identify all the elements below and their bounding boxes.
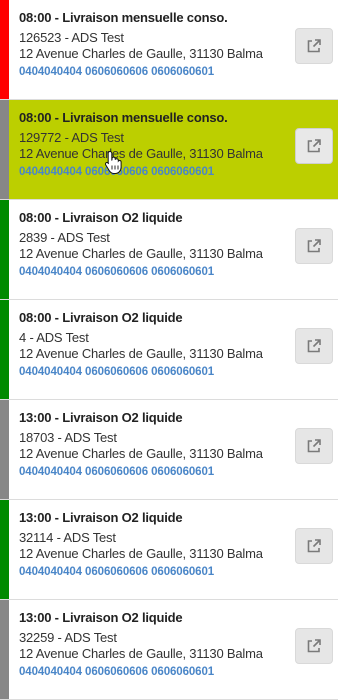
delivery-item[interactable]: 08:00 - Livraison O2 liquide 4 - ADS Tes…	[0, 300, 338, 400]
delivery-details: 08:00 - Livraison O2 liquide 4 - ADS Tes…	[19, 310, 282, 379]
open-delivery-button[interactable]	[295, 428, 333, 464]
client-name: 2839 - ADS Test	[19, 230, 110, 245]
delivery-title: 13:00 - Livraison O2 liquide	[19, 610, 183, 625]
delivery-title: 08:00 - Livraison mensuelle conso.	[19, 10, 228, 25]
client-address: 12 Avenue Charles de Gaulle, 31130 Balma	[19, 546, 263, 561]
client-name: 129772 - ADS Test	[19, 130, 124, 145]
delivery-title: 13:00 - Livraison O2 liquide	[19, 410, 183, 425]
phone-numbers[interactable]: 0404040404 0606060606 0606060601	[19, 265, 282, 279]
delivery-item[interactable]: 13:00 - Livraison O2 liquide 32259 - ADS…	[0, 600, 338, 700]
delivery-list: 08:00 - Livraison mensuelle conso. 12652…	[0, 0, 338, 700]
delivery-item[interactable]: 13:00 - Livraison O2 liquide 32114 - ADS…	[0, 500, 338, 600]
phone-numbers[interactable]: 0404040404 0606060606 0606060601	[19, 365, 282, 379]
open-delivery-button[interactable]	[295, 128, 333, 164]
phone-numbers[interactable]: 0404040404 0606060606 0606060601	[19, 65, 282, 79]
status-bar	[0, 400, 9, 499]
status-bar	[0, 600, 9, 699]
external-link-icon	[307, 139, 321, 153]
status-bar	[0, 500, 9, 599]
status-bar	[0, 0, 9, 99]
phone-numbers[interactable]: 0404040404 0606060606 0606060601	[19, 465, 282, 479]
client-address: 12 Avenue Charles de Gaulle, 31130 Balma	[19, 346, 263, 361]
delivery-title: 13:00 - Livraison O2 liquide	[19, 510, 183, 525]
delivery-title: 08:00 - Livraison O2 liquide	[19, 310, 183, 325]
open-delivery-button[interactable]	[295, 628, 333, 664]
delivery-item[interactable]: 13:00 - Livraison O2 liquide 18703 - ADS…	[0, 400, 338, 500]
client-address: 12 Avenue Charles de Gaulle, 31130 Balma	[19, 46, 263, 61]
client-name: 18703 - ADS Test	[19, 430, 117, 445]
client-address: 12 Avenue Charles de Gaulle, 31130 Balma	[19, 646, 263, 661]
delivery-title: 08:00 - Livraison O2 liquide	[19, 210, 183, 225]
delivery-details: 08:00 - Livraison mensuelle conso. 12977…	[19, 110, 282, 179]
phone-numbers[interactable]: 0404040404 0606060606 0606060601	[19, 665, 282, 679]
open-delivery-button[interactable]	[295, 228, 333, 264]
external-link-icon	[307, 239, 321, 253]
open-delivery-button[interactable]	[295, 528, 333, 564]
client-address: 12 Avenue Charles de Gaulle, 31130 Balma	[19, 446, 263, 461]
phone-numbers[interactable]: 0404040404 0606060606 0606060601	[19, 165, 282, 179]
delivery-details: 13:00 - Livraison O2 liquide 18703 - ADS…	[19, 410, 282, 479]
delivery-details: 13:00 - Livraison O2 liquide 32114 - ADS…	[19, 510, 282, 579]
external-link-icon	[307, 639, 321, 653]
delivery-item[interactable]: 08:00 - Livraison mensuelle conso. 12977…	[0, 100, 338, 200]
client-address: 12 Avenue Charles de Gaulle, 31130 Balma	[19, 146, 263, 161]
client-name: 32114 - ADS Test	[19, 530, 116, 545]
client-name: 32259 - ADS Test	[19, 630, 117, 645]
external-link-icon	[307, 339, 321, 353]
status-bar	[0, 200, 9, 299]
status-bar	[0, 100, 9, 199]
status-bar	[0, 300, 9, 399]
delivery-details: 08:00 - Livraison O2 liquide 2839 - ADS …	[19, 210, 282, 279]
open-delivery-button[interactable]	[295, 28, 333, 64]
client-name: 126523 - ADS Test	[19, 30, 124, 45]
delivery-details: 13:00 - Livraison O2 liquide 32259 - ADS…	[19, 610, 282, 679]
phone-numbers[interactable]: 0404040404 0606060606 0606060601	[19, 565, 282, 579]
external-link-icon	[307, 539, 321, 553]
client-name: 4 - ADS Test	[19, 330, 89, 345]
delivery-details: 08:00 - Livraison mensuelle conso. 12652…	[19, 10, 282, 79]
external-link-icon	[307, 439, 321, 453]
client-address: 12 Avenue Charles de Gaulle, 31130 Balma	[19, 246, 263, 261]
delivery-item[interactable]: 08:00 - Livraison O2 liquide 2839 - ADS …	[0, 200, 338, 300]
open-delivery-button[interactable]	[295, 328, 333, 364]
delivery-item[interactable]: 08:00 - Livraison mensuelle conso. 12652…	[0, 0, 338, 100]
delivery-title: 08:00 - Livraison mensuelle conso.	[19, 110, 228, 125]
external-link-icon	[307, 39, 321, 53]
